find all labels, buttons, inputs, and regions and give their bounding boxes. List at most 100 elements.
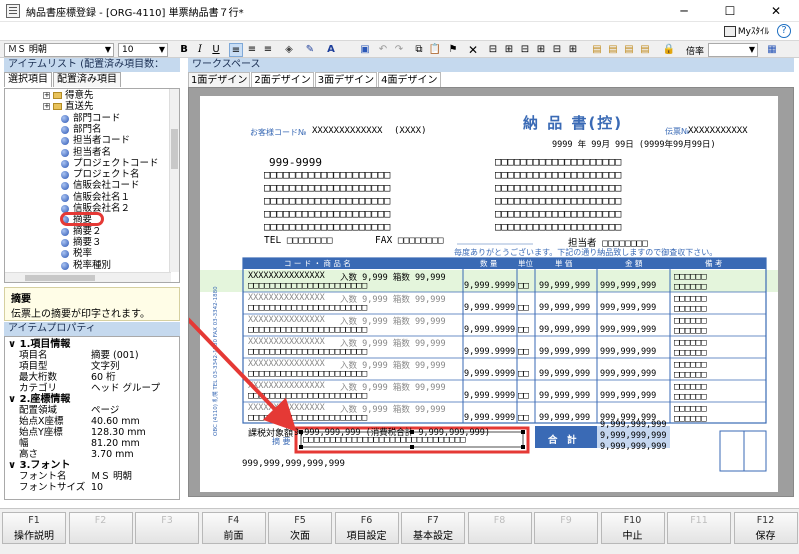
align-center-icon[interactable]: ≡: [245, 43, 259, 57]
property-row[interactable]: カテゴリ ヘッド グループ: [5, 383, 179, 394]
row-amount[interactable]: 999,999,999: [600, 281, 656, 291]
font-name-select[interactable]: ＭＳ 明朝 ▼: [4, 43, 114, 57]
align-tools-icon[interactable]: ⊟: [518, 43, 532, 57]
row-note[interactable]: □□□□□□ □□□□□□: [674, 382, 707, 402]
fkey-f7-button[interactable]: F7 基本設定: [401, 512, 465, 544]
line-color-icon[interactable]: ✎: [303, 43, 317, 57]
tree-hscrollbar[interactable]: [5, 272, 171, 282]
align-tools-icon[interactable]: ⊞: [566, 43, 580, 57]
expand-icon[interactable]: +: [43, 92, 50, 99]
row-note[interactable]: □□□□□□ □□□□□□: [674, 360, 707, 380]
tree-scrollbar[interactable]: [169, 89, 179, 272]
property-row[interactable]: 最大桁数 60 桁: [5, 372, 179, 383]
memo-field[interactable]: □□□□□□□□□□□□□□□□□□□□□□□□□□□□□□: [303, 435, 466, 445]
total-amount-2[interactable]: 9,999,999,999: [600, 431, 667, 441]
column-amount: 金 額: [625, 259, 643, 268]
undo-icon[interactable]: ↶: [376, 43, 390, 57]
row-note[interactable]: □□□□□□ □□□□□□: [674, 338, 707, 358]
slip-number[interactable]: XXXXXXXXXXX: [688, 126, 748, 136]
row-note[interactable]: □□□□□□ □□□□□□: [674, 404, 707, 424]
redo-icon[interactable]: ↷: [392, 43, 406, 57]
group-icon[interactable]: ▤: [622, 43, 636, 57]
align-right-icon[interactable]: ≡: [261, 43, 275, 57]
bring-front-icon[interactable]: ▤: [590, 43, 604, 57]
tab-design-1[interactable]: 1面デザイン: [188, 72, 251, 87]
align-tools-icon[interactable]: ⊟: [486, 43, 500, 57]
expand-icon[interactable]: +: [43, 103, 50, 111]
property-row[interactable]: 項目型 文字列: [5, 361, 179, 372]
row-amount[interactable]: 999,999,999: [600, 369, 656, 379]
workspace-canvas[interactable]: 納 品 書(控) お客様コード№ XXXXXXXXXXXXX (XXXX) 伝票…: [188, 87, 794, 497]
row-amount[interactable]: 999,999,999: [600, 347, 656, 357]
page-view-icon[interactable]: ▦: [765, 43, 779, 57]
row-note[interactable]: □□□□□□ □□□□□□: [674, 294, 707, 314]
tab-design-2[interactable]: 2面デザイン: [251, 72, 314, 87]
property-row[interactable]: 高さ 3.70 mm: [5, 449, 179, 460]
delete-icon[interactable]: ✕: [466, 43, 480, 57]
property-section[interactable]: ∨ 1.項目情報: [8, 339, 70, 350]
property-section[interactable]: ∨ 3.フォント: [8, 460, 70, 471]
fkey-f10-button[interactable]: F10 中止: [600, 512, 665, 544]
font-color-icon[interactable]: A: [324, 43, 338, 57]
fkey-f5-button[interactable]: F5 次面: [268, 512, 332, 544]
italic-button[interactable]: I: [193, 43, 207, 57]
format-toolbar: ＭＳ 明朝 ▼ 10 ▼ B I U ≡ ≡ ≡ ◈ ✎ A ▣ ↶ ↷ ⧉ 📋 ⚑…: [0, 40, 799, 58]
item-icon: [61, 125, 69, 134]
maximize-button[interactable]: ☐: [707, 0, 753, 22]
fkey-f6-button[interactable]: F6 項目設定: [334, 512, 399, 544]
fkey-f1-button[interactable]: F1 操作説明: [2, 512, 66, 544]
row-product-name[interactable]: □□□□□□□□□□□□□□□□□□□□□□: [248, 413, 367, 423]
send-back-icon[interactable]: ▤: [606, 43, 620, 57]
property-row[interactable]: 項目名 摘要 (001): [5, 350, 179, 361]
underline-button[interactable]: U: [209, 43, 223, 57]
tab-placed-items[interactable]: 配置済み項目: [53, 72, 121, 87]
paste-icon[interactable]: 📋: [428, 43, 442, 57]
tab-selected-items[interactable]: 選択項目: [4, 72, 52, 87]
copy-icon[interactable]: ⧉: [412, 43, 426, 57]
property-row[interactable]: 配置領域 ページ: [5, 405, 179, 416]
row-note[interactable]: □□□□□□ □□□□□□: [674, 272, 707, 292]
scroll-thumb[interactable]: [171, 129, 178, 169]
font-size-select[interactable]: 10 ▼: [118, 43, 168, 57]
row-amount[interactable]: 999,999,999: [600, 325, 656, 335]
row-amount[interactable]: 999,999,999: [600, 391, 656, 401]
property-row[interactable]: フォントサイズ 10: [5, 482, 179, 493]
help-icon[interactable]: ?: [777, 24, 791, 38]
tree-item-label: 税率: [73, 248, 93, 260]
save-icon[interactable]: ▣: [358, 43, 372, 57]
lock-icon[interactable]: 🔒: [662, 43, 676, 57]
row-note[interactable]: □□□□□□ □□□□□□: [674, 316, 707, 336]
align-left-icon[interactable]: ≡: [229, 43, 243, 57]
zoom-select[interactable]: ▼: [708, 43, 758, 57]
item-icon: [61, 261, 69, 270]
bold-button[interactable]: B: [177, 43, 191, 57]
total-amount-1[interactable]: 9,999,999,999: [600, 420, 667, 430]
mystyle-button[interactable]: Myｽﾀｲﾙ: [723, 24, 769, 37]
row-unit-price[interactable]: 99,999,999: [539, 413, 590, 423]
tab-design-4[interactable]: 4面デザイン: [378, 72, 441, 87]
ungroup-icon[interactable]: ▤: [638, 43, 652, 57]
align-tools-icon[interactable]: ⊞: [534, 43, 548, 57]
property-row[interactable]: 始点X座標 40.60 mm: [5, 416, 179, 427]
scroll-thumb[interactable]: [25, 275, 95, 281]
bottom-amount[interactable]: 999,999,999,999,999: [242, 459, 345, 469]
property-row[interactable]: 始点Y座標 128.30 mm: [5, 427, 179, 438]
total-amount-3[interactable]: 9,999,999,999: [600, 442, 667, 452]
fkey-f12-button[interactable]: F12 保存: [733, 512, 798, 544]
align-tools-icon[interactable]: ⊟: [550, 43, 564, 57]
minimize-button[interactable]: ─: [661, 0, 707, 22]
fkey-f4-button[interactable]: F4 前面: [201, 512, 266, 544]
zoom-label: 倍率: [686, 47, 705, 57]
row-unit[interactable]: □□: [518, 413, 529, 423]
property-row[interactable]: 幅 81.20 mm: [5, 438, 179, 449]
row-quantity[interactable]: 9,999.9999: [464, 413, 515, 423]
property-row[interactable]: フォント名 ＭＳ 明朝: [5, 471, 179, 482]
fkey-label: 基本設定: [413, 531, 453, 542]
property-section[interactable]: ∨ 2.座標情報: [8, 394, 70, 405]
close-button[interactable]: ✕: [753, 0, 799, 22]
fill-color-icon[interactable]: ◈: [282, 43, 296, 57]
tab-design-3[interactable]: 3面デザイン: [314, 72, 378, 87]
align-tools-icon[interactable]: ⊞: [502, 43, 516, 57]
format-painter-icon[interactable]: ⚑: [446, 43, 460, 57]
row-amount[interactable]: 999,999,999: [600, 303, 656, 313]
